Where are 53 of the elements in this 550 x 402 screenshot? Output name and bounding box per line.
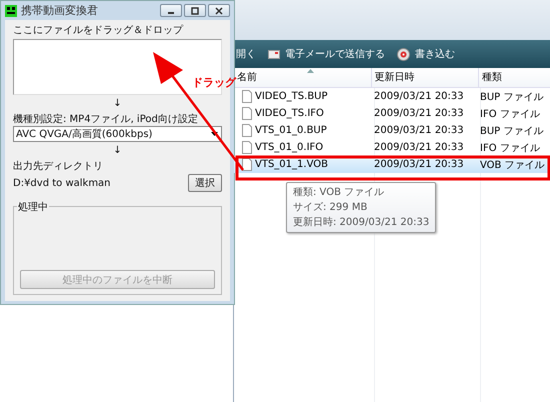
drop-area[interactable] [13,39,222,95]
file-icon [242,90,252,103]
column-header[interactable]: 更新日時 [372,68,479,87]
preset-dropdown[interactable]: AVC QVGA/高画質(600kbps) [13,126,222,142]
file-icon [242,107,252,120]
modified-cell-text: 2009/03/21 20:33 [373,91,465,102]
type-cell-text: IFO ファイル [479,142,541,154]
envelope-icon [268,50,280,58]
drop-label: ここにファイルをドラッグ＆ドロップ [13,24,184,37]
output-path: D:¥dvd to walkman [13,178,111,188]
file-row[interactable]: VIDEO_TS.IFO 2009/03/21 20:33 IFO ファイル [234,105,550,122]
close-button[interactable] [208,4,230,17]
close-icon [215,6,223,14]
down-arrow: ↓ [112,97,123,111]
file-row[interactable]: VTS_01_0.IFO 2009/03/21 20:33 IFO ファイル [234,139,550,156]
type-cell-text: VOB ファイル [479,158,546,172]
tooltip-line: サイズ: 299 MB [293,201,368,215]
minimize-button[interactable] [160,4,182,17]
toolbar-button[interactable]: 開く [236,47,256,61]
maximize-button[interactable] [184,4,206,17]
modified-cell-text: 2009/03/21 20:33 [373,108,465,119]
file-name: VTS_01_1.VOB [255,159,328,170]
tooltip-line: 種類: VOB ファイル [293,186,386,200]
type-cell-text: BUP ファイル [479,90,544,104]
file-icon [242,141,252,154]
column-header[interactable]: 種類 [478,68,550,87]
window-title: 携帯動画変換君 [21,3,98,18]
group-title: 処理中 [17,200,49,214]
file-name: VIDEO_TS.IFO [255,108,324,119]
drag-label: ドラッグ [192,75,236,90]
toolbar-button[interactable]: 書き込む [397,47,455,61]
output-dir-label: 出力先ディレクトリ [13,160,104,173]
browse-button[interactable]: 選択 [188,174,222,192]
file-icon [242,158,252,171]
file-name: VTS_01_0.IFO [255,142,324,153]
file-row[interactable]: VIDEO_TS.BUP 2009/03/21 20:33 BUP ファイル [234,88,550,105]
file-name: VTS_01_0.BUP [255,125,327,136]
file-name: VIDEO_TS.BUP [255,91,328,102]
toolbar-button[interactable]: 電子メールで送信する [268,47,385,61]
modified-cell-text: 2009/03/21 20:33 [373,159,465,170]
file-row[interactable]: VTS_01_0.BUP 2009/03/21 20:33 BUP ファイル [234,122,550,139]
modified-cell-text: 2009/03/21 20:33 [373,142,465,153]
type-cell-text: IFO ファイル [479,108,541,120]
down-arrow: ↓ [112,144,123,158]
file-icon [242,124,252,137]
dropdown-caret-icon [211,132,218,136]
device-setting-label: 機種別設定: MP4ファイル, iPod向け設定 [13,113,199,126]
app-icon [5,4,17,16]
modified-cell-text: 2009/03/21 20:33 [373,125,465,136]
disc-icon [397,48,410,60]
maximize-icon [191,6,199,14]
type-cell-text: BUP ファイル [479,124,544,138]
tooltip-line: 更新日時: 2009/03/21 20:33 [293,216,430,230]
